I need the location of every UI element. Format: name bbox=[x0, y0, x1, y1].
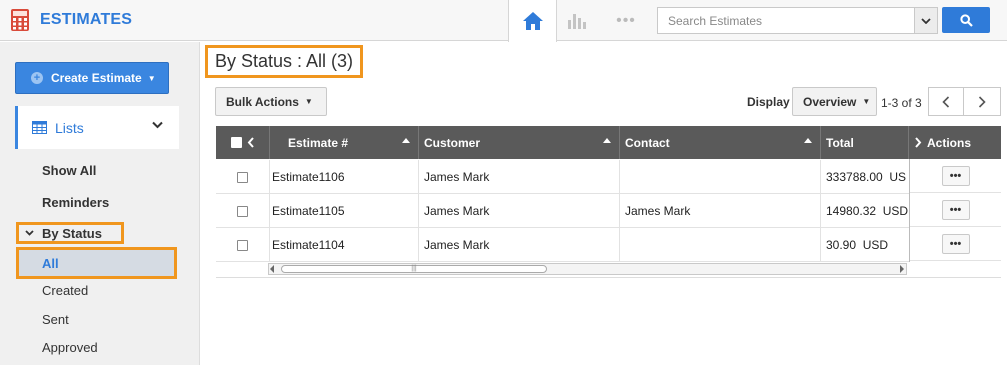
action-cell: ••• bbox=[910, 193, 1001, 227]
lists-label: Lists bbox=[55, 119, 84, 136]
search-input[interactable] bbox=[657, 7, 915, 34]
sidebar-item-by-status[interactable]: By Status bbox=[16, 222, 124, 244]
total-amount: 14980.32 USD bbox=[826, 204, 909, 218]
create-estimate-label: Create Estimate bbox=[51, 71, 142, 85]
row-checkbox-cell bbox=[216, 194, 270, 228]
row-checkbox[interactable] bbox=[237, 239, 248, 251]
app-title: ESTIMATES bbox=[40, 11, 133, 28]
sort-asc-icon bbox=[603, 138, 611, 143]
sidebar-item-all[interactable]: All bbox=[16, 247, 177, 279]
contact-name bbox=[620, 228, 821, 262]
row-checkbox[interactable] bbox=[237, 171, 248, 183]
table-row[interactable]: Estimate1106 James Mark 333788.00 US bbox=[216, 160, 1001, 194]
row-actions-button[interactable]: ••• bbox=[941, 233, 970, 254]
sidebar-item-created[interactable]: Created bbox=[42, 283, 88, 298]
estimate-number[interactable]: Estimate1104 bbox=[270, 228, 419, 262]
chevron-left-icon bbox=[942, 95, 950, 108]
row-actions-button[interactable]: ••• bbox=[941, 165, 970, 186]
bar-chart-icon bbox=[568, 13, 586, 29]
lists-dropdown[interactable]: Lists bbox=[15, 106, 179, 149]
total-amount: 333788.00 US bbox=[826, 170, 907, 184]
reports-tab[interactable] bbox=[560, 0, 594, 41]
caret-down-icon: ▼ bbox=[304, 97, 313, 106]
search-button[interactable] bbox=[942, 7, 990, 33]
select-all-checkbox[interactable] bbox=[230, 137, 242, 148]
scroll-left-arrow-icon[interactable] bbox=[270, 265, 274, 273]
bulk-actions-button[interactable]: Bulk Actions ▼ bbox=[215, 87, 327, 116]
page-title: By Status : All (3) bbox=[205, 45, 363, 78]
pagination-info: 1-3 of 3 bbox=[881, 96, 922, 110]
chevron-down-icon bbox=[152, 121, 163, 129]
calculator-icon bbox=[11, 9, 29, 31]
chevron-down-icon bbox=[25, 230, 34, 236]
actions-column: ••• ••• ••• bbox=[909, 159, 1001, 262]
row-checkbox-cell bbox=[216, 160, 270, 194]
display-mode-select[interactable]: Overview ▼ bbox=[792, 87, 877, 116]
more-dots-icon[interactable]: ••• bbox=[609, 0, 643, 41]
display-mode-value: Overview bbox=[803, 94, 857, 109]
row-actions-button[interactable]: ••• bbox=[941, 199, 970, 220]
action-cell: ••• bbox=[910, 159, 1001, 193]
display-label: Display bbox=[747, 95, 790, 109]
table-header: Estimate # Customer Contact Total Action… bbox=[216, 126, 1001, 159]
customer-name: James Mark bbox=[419, 160, 620, 194]
top-bar: ESTIMATES ••• bbox=[0, 0, 1007, 42]
create-estimate-button[interactable]: + Create Estimate ▼ bbox=[15, 62, 169, 94]
sidebar-item-reminders[interactable]: Reminders bbox=[42, 195, 109, 210]
home-tab[interactable] bbox=[508, 0, 557, 42]
next-page-button[interactable] bbox=[964, 87, 1001, 116]
sort-asc-icon bbox=[402, 138, 410, 143]
scroll-right-arrow-icon[interactable] bbox=[900, 265, 904, 273]
column-header-contact-label: Contact bbox=[625, 135, 670, 150]
header-select-all-cell bbox=[216, 126, 270, 159]
action-cell: ••• bbox=[910, 227, 1001, 261]
chevron-down-icon bbox=[921, 17, 931, 24]
column-header-total[interactable]: Total bbox=[821, 126, 909, 159]
column-header-actions[interactable]: Actions bbox=[909, 126, 1001, 159]
column-header-actions-label: Actions bbox=[927, 135, 972, 150]
table-icon bbox=[32, 121, 47, 134]
search-filter-dropdown[interactable] bbox=[914, 7, 938, 34]
column-header-estimate[interactable]: Estimate # bbox=[270, 126, 419, 159]
total-amount: 30.90 USD bbox=[826, 238, 889, 252]
table-row[interactable]: Estimate1105 James Mark James Mark 14980… bbox=[216, 194, 1001, 228]
plus-circle-icon: + bbox=[31, 72, 43, 84]
previous-page-button[interactable] bbox=[928, 87, 964, 116]
column-header-estimate-label: Estimate # bbox=[288, 135, 349, 150]
sidebar-item-approved[interactable]: Approved bbox=[42, 340, 98, 355]
divider bbox=[216, 277, 1001, 278]
customer-name: James Mark bbox=[419, 228, 620, 262]
customer-name: James Mark bbox=[419, 194, 620, 228]
contact-name bbox=[620, 160, 821, 194]
scrollbar-thumb[interactable]: ||| bbox=[281, 265, 547, 273]
contact-name: James Mark bbox=[620, 194, 821, 228]
home-icon bbox=[522, 12, 543, 30]
table-row[interactable]: Estimate1104 James Mark 30.90 USD bbox=[216, 228, 1001, 262]
estimate-number[interactable]: Estimate1106 bbox=[270, 160, 419, 194]
chevron-right-icon bbox=[978, 95, 986, 108]
column-header-total-label: Total bbox=[826, 135, 854, 150]
caret-down-icon: ▼ bbox=[147, 73, 156, 83]
sidebar: + Create Estimate ▼ Lists Show All Remin… bbox=[0, 42, 200, 365]
estimate-number[interactable]: Estimate1105 bbox=[270, 194, 419, 228]
column-header-customer[interactable]: Customer bbox=[419, 126, 620, 159]
row-checkbox-cell bbox=[216, 228, 270, 262]
chevron-left-icon[interactable] bbox=[247, 137, 255, 148]
search-icon bbox=[959, 13, 973, 27]
by-status-label: By Status bbox=[42, 225, 102, 241]
sidebar-item-show-all[interactable]: Show All bbox=[42, 163, 96, 178]
all-label: All bbox=[42, 255, 59, 271]
chevron-right-icon bbox=[915, 137, 922, 148]
column-header-customer-label: Customer bbox=[424, 135, 481, 150]
column-header-contact[interactable]: Contact bbox=[620, 126, 821, 159]
caret-down-icon: ▼ bbox=[862, 97, 871, 106]
sort-asc-icon bbox=[804, 138, 812, 143]
sidebar-item-sent[interactable]: Sent bbox=[42, 312, 69, 327]
row-checkbox[interactable] bbox=[237, 205, 248, 217]
bulk-actions-label: Bulk Actions bbox=[226, 94, 299, 109]
horizontal-scrollbar[interactable]: ||| bbox=[268, 263, 907, 275]
